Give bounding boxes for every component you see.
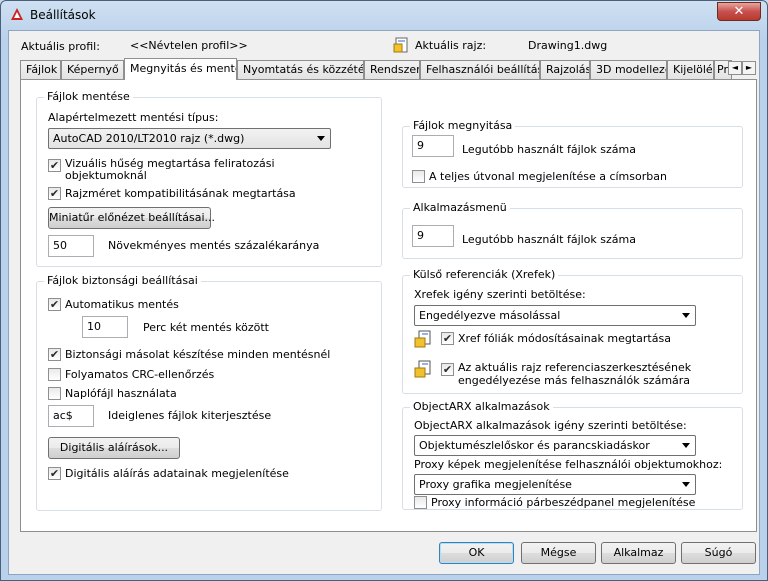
objectarx-demand-select[interactable]: Objektumészlelőskor és parancskiadáskor <box>414 435 696 456</box>
chevron-down-icon <box>682 482 690 487</box>
save-type-label: Alapértelmezett mentési típus: <box>48 111 219 124</box>
tab-display[interactable]: Képernyő <box>61 60 124 79</box>
chevron-down-icon <box>682 443 690 448</box>
objectarx-title: ObjectARX alkalmazások <box>410 400 553 413</box>
options-window: Beállítások ✕ Aktuális profil: <<Névtele… <box>0 0 768 581</box>
tab-open-and-save[interactable]: Megnyitás és mentés <box>124 58 237 80</box>
drawing-file-icon <box>393 37 408 53</box>
allow-xref-edit-checkbox[interactable]: ✔ <box>441 363 454 376</box>
digital-signature-info-label: Digitális aláírás adatainak megjelenítés… <box>65 467 289 480</box>
temp-extension-input[interactable]: ac$ <box>48 405 94 427</box>
window-title: Beállítások <box>30 8 96 22</box>
recent-files-input[interactable]: 9 <box>412 135 454 157</box>
save-type-value: AutoCAD 2010/LT2010 rajz (*.dwg) <box>53 132 245 145</box>
objectarx-group: ObjectARX alkalmazások ObjectARX alkalma… <box>402 400 743 510</box>
digital-signatures-button[interactable]: Digitális aláírások... <box>48 437 180 459</box>
file-safety-group: Fájlok biztonsági beállításai ✔ Automati… <box>36 274 382 511</box>
full-path-checkbox[interactable] <box>412 170 425 183</box>
chevron-down-icon <box>317 136 325 141</box>
incremental-save-input[interactable]: 50 <box>48 235 94 257</box>
autosave-minutes-label: Perc két mentés között <box>143 321 269 334</box>
xref-layer-icon <box>414 330 431 348</box>
current-profile-label: Aktuális profil: <box>21 40 100 53</box>
tab-drafting[interactable]: Rajzolás <box>540 60 590 79</box>
help-button[interactable]: Súgó <box>681 542 756 564</box>
open-and-save-panel: Fájlok mentése Alapértelmezett mentési t… <box>20 79 757 532</box>
tab-system[interactable]: Rendszer <box>364 60 420 79</box>
apply-button[interactable]: Alkalmaz <box>601 542 676 564</box>
autocad-logo-icon <box>11 8 23 20</box>
close-button[interactable]: ✕ <box>717 2 761 21</box>
chevron-down-icon <box>682 313 690 318</box>
proxy-info-label: Proxy információ párbeszédpanel megjelen… <box>431 496 696 509</box>
thumbnail-settings-button[interactable]: Miniatűr előnézet beállításai... <box>48 207 215 229</box>
autosave-label: Automatikus mentés <box>65 298 179 311</box>
app-menu-recent-label: Legutóbb használt fájlok száma <box>462 233 636 246</box>
current-profile-value: <<Névtelen profil>> <box>130 39 248 52</box>
allow-xref-edit-label: Az aktuális rajz referenciaszerkesztésén… <box>458 361 692 387</box>
tab-selection[interactable]: Kijelölés <box>667 60 714 79</box>
file-save-title: Fájlok mentése <box>44 90 133 103</box>
save-type-select[interactable]: AutoCAD 2010/LT2010 rajz (*.dwg) <box>48 128 331 149</box>
autosave-minutes-input[interactable]: 10 <box>82 316 128 338</box>
application-menu-group: Alkalmazásmenü 9 Legutóbb használt fájlo… <box>402 201 743 259</box>
tab-user-preferences[interactable]: Felhasználói beállítások <box>420 60 540 79</box>
title-bar[interactable]: Beállítások ✕ <box>1 1 767 29</box>
tab-scroll-right-button[interactable]: ► <box>742 61 756 75</box>
proxy-images-select[interactable]: Proxy grafika megjelenítése <box>414 474 696 495</box>
proxy-images-label: Proxy képek megjelenítése felhasználói o… <box>414 458 723 471</box>
recent-files-label: Legutóbb használt fájlok száma <box>462 143 636 156</box>
file-safety-title: Fájlok biztonsági beállításai <box>44 274 201 287</box>
application-menu-title: Alkalmazásmenü <box>410 201 510 214</box>
tab-3d-modeling[interactable]: 3D modellezés <box>590 60 667 79</box>
crc-check-label: Folyamatos CRC-ellenőrzés <box>65 368 215 381</box>
current-drawing-label: Aktuális rajz: <box>415 39 487 52</box>
backup-copy-label: Biztonsági másolat készítése minden ment… <box>65 348 331 361</box>
tab-strip: Fájlok Képernyő Megnyitás és mentés Nyom… <box>20 58 756 80</box>
xref-demand-value: Engedélyezve másolással <box>419 309 561 322</box>
visual-fidelity-label: Vizuális hűség megtartása feliratozási o… <box>65 157 275 182</box>
objectarx-demand-value: Objektumészlelőskor és parancskiadáskor <box>419 439 650 452</box>
current-drawing-value: Drawing1.dwg <box>528 39 608 52</box>
retain-xref-layers-checkbox[interactable]: ✔ <box>441 332 454 345</box>
log-file-label: Naplófájl használata <box>65 387 177 400</box>
file-save-group: Fájlok mentése Alapértelmezett mentési t… <box>36 90 382 267</box>
digital-signature-info-checkbox[interactable]: ✔ <box>48 467 61 480</box>
visual-fidelity-checkbox[interactable]: ✔ <box>48 159 61 172</box>
xref-edit-icon <box>414 360 431 378</box>
dialog-client: Aktuális profil: <<Névtelen profil>> Akt… <box>8 30 760 575</box>
crc-check-checkbox[interactable] <box>48 368 61 381</box>
log-file-checkbox[interactable] <box>48 387 61 400</box>
file-open-group: Fájlok megnyitása 9 Legutóbb használt fá… <box>402 119 743 188</box>
full-path-label: A teljes útvonal megjelenítése a címsorb… <box>429 170 667 183</box>
profile-row: Aktuális profil: <<Névtelen profil>> Akt… <box>9 31 761 57</box>
backup-copy-checkbox[interactable]: ✔ <box>48 348 61 361</box>
file-open-title: Fájlok megnyitása <box>410 119 516 132</box>
ok-button[interactable]: OK <box>439 542 514 564</box>
temp-extension-label: Ideiglenes fájlok kiterjesztése <box>108 409 272 422</box>
retain-xref-layers-label: Xref fóliák módosításainak megtartása <box>458 332 671 345</box>
proxy-images-value: Proxy grafika megjelenítése <box>419 478 572 491</box>
tab-scroll-left-button[interactable]: ◄ <box>728 61 742 75</box>
drawing-size-label: Rajzméret kompatibilitásának megtartása <box>65 187 296 200</box>
proxy-info-checkbox[interactable] <box>414 496 427 509</box>
drawing-size-checkbox[interactable]: ✔ <box>48 187 61 200</box>
autosave-checkbox[interactable]: ✔ <box>48 298 61 311</box>
cancel-button[interactable]: Mégse <box>521 542 596 564</box>
app-menu-recent-input[interactable]: 9 <box>412 225 454 247</box>
xref-title: Külső referenciák (Xrefek) <box>410 268 559 281</box>
xref-demand-label: Xrefek igény szerinti betöltése: <box>414 288 586 301</box>
xref-demand-select[interactable]: Engedélyezve másolással <box>414 305 696 326</box>
tab-files[interactable]: Fájlok <box>20 60 61 79</box>
tab-plot-and-publish[interactable]: Nyomtatás és közzététel <box>237 60 364 79</box>
objectarx-demand-label: ObjectARX alkalmazások igény szerinti be… <box>414 419 687 432</box>
incremental-save-label: Növekményes mentés százalékaránya <box>108 239 320 252</box>
xref-group: Külső referenciák (Xrefek) Xrefek igény … <box>402 268 743 394</box>
